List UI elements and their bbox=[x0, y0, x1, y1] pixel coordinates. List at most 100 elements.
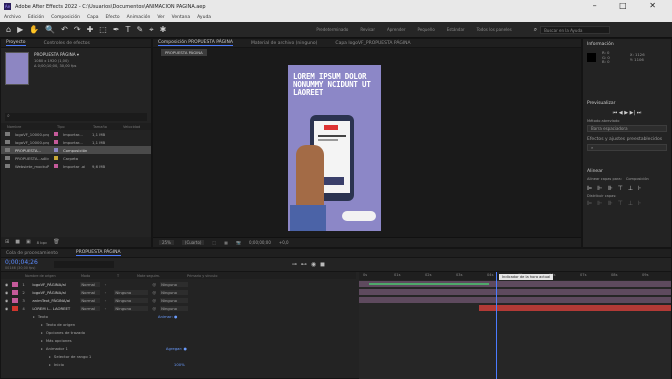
search-icon[interactable]: ⌕ bbox=[534, 26, 537, 34]
pickwhip-icon[interactable]: @ bbox=[152, 306, 156, 311]
tab-footage[interactable]: Material de archivo (ninguno) bbox=[251, 41, 317, 46]
layer-name[interactable]: logoVF_PÁGINA/al bbox=[32, 290, 76, 295]
pickwhip-icon[interactable]: @ bbox=[152, 298, 156, 303]
puppet-tool-icon[interactable]: ✱ bbox=[160, 25, 167, 34]
twirl-icon[interactable]: ▸ bbox=[33, 314, 35, 319]
rotate-tool-icon[interactable]: ↶ bbox=[61, 25, 68, 34]
track-matte-t[interactable]: ◦ bbox=[104, 306, 110, 311]
layer-label-color[interactable] bbox=[12, 305, 19, 311]
col-source-name[interactable]: Nombre de origen bbox=[25, 274, 67, 278]
timeline-switch-icons[interactable]: ⊸⊷◉◼ bbox=[292, 261, 329, 268]
col-name[interactable]: Nombre bbox=[7, 125, 47, 129]
project-row[interactable]: logoVF_10000.png Importar... 1,1 MB bbox=[1, 130, 151, 138]
col-track-matte[interactable]: Mate seguim. bbox=[137, 274, 173, 278]
twirl-icon[interactable]: ▸ bbox=[41, 338, 43, 343]
selection-tool-icon[interactable]: ▶ bbox=[17, 25, 23, 34]
col-size[interactable]: Tamaño bbox=[93, 125, 113, 129]
clone-tool-icon[interactable]: ⌖ bbox=[149, 25, 154, 35]
pen-tool-icon[interactable]: ✒ bbox=[113, 25, 120, 34]
menu-item-window[interactable]: Ventana bbox=[172, 15, 190, 20]
property-extra[interactable]: 100% bbox=[174, 362, 185, 367]
tab-timeline-comp[interactable]: PROPUESTA PÁGINA bbox=[75, 250, 121, 256]
current-time-indicator[interactable] bbox=[496, 272, 497, 379]
layer-row[interactable]: ◉ 3 animText_PÁGINA/al Normal ◦ Ninguno @ Ningu… bbox=[1, 296, 356, 304]
workspace-default[interactable]: Predeterminado bbox=[316, 27, 348, 32]
anchor-tool-icon[interactable]: ✚ bbox=[87, 25, 94, 34]
label-color-swatch[interactable] bbox=[54, 148, 58, 152]
snapshot-icon[interactable]: 📷 bbox=[236, 240, 241, 245]
property-row[interactable]: ▸ Más opciones bbox=[1, 336, 356, 344]
grid-icon[interactable]: ▦ bbox=[224, 240, 228, 245]
label-color-swatch[interactable] bbox=[54, 132, 58, 136]
layer-bar[interactable] bbox=[359, 289, 671, 295]
layer-mode-select[interactable]: Normal bbox=[80, 289, 101, 295]
menu-item-edit[interactable]: Edición bbox=[28, 15, 44, 20]
visibility-eye-icon[interactable]: ◉ bbox=[5, 290, 8, 295]
visibility-eye-icon[interactable]: ◉ bbox=[5, 306, 8, 311]
layer-label-color[interactable] bbox=[12, 289, 19, 295]
layer-name[interactable]: LOREM I... LAOREET bbox=[32, 306, 76, 311]
brush-tool-icon[interactable]: ✎ bbox=[136, 25, 143, 34]
resolution-select[interactable]: (Cuarto) bbox=[181, 240, 205, 245]
col-t[interactable]: T bbox=[117, 274, 123, 278]
layer-mode-select[interactable]: Normal bbox=[80, 281, 101, 287]
project-row[interactable]: Websiete_mockuP Importar .ai 9,6 MB bbox=[1, 162, 151, 170]
layer-mode-select[interactable]: Normal bbox=[80, 305, 101, 311]
layer-row[interactable]: ◉ 1 logoVF_PÁGINA/al Normal ◦ @ Ninguno bbox=[1, 280, 356, 288]
layer-row[interactable]: ◉ 2 logoVF_PÁGINA/al Normal ◦ Ninguno @ Ninguno bbox=[1, 288, 356, 296]
tab-layer[interactable]: Capa logoVF_PROPUESTA PÁGINA bbox=[335, 41, 410, 46]
menu-item-layer[interactable]: Capa bbox=[87, 15, 99, 20]
pickwhip-icon[interactable]: @ bbox=[152, 290, 156, 295]
interpret-footage-icon[interactable]: ⊞ bbox=[5, 239, 9, 245]
parent-select[interactable]: Ninguno bbox=[160, 281, 189, 287]
project-row[interactable]: PROPUESTA... Composición bbox=[1, 146, 151, 154]
label-color-swatch[interactable] bbox=[54, 156, 58, 160]
shortcut-select[interactable]: Barra espaciadora bbox=[587, 124, 667, 132]
parent-select[interactable]: Ninguno bbox=[160, 297, 189, 303]
menu-item-composition[interactable]: Composición bbox=[51, 15, 80, 20]
distribute-buttons[interactable]: ⊫⊩⊪⊤⊥⊦ bbox=[587, 200, 667, 207]
property-row[interactable]: ▸ Opciones de trazado bbox=[1, 328, 356, 336]
property-row[interactable]: ▸ Texto de origen bbox=[1, 320, 356, 328]
home-icon[interactable]: ⌂ bbox=[6, 25, 11, 34]
hand-tool-icon[interactable]: ✋ bbox=[29, 25, 39, 34]
preview-controls[interactable]: ⏮ ◀ ▶ ▶| ⏭ bbox=[587, 110, 667, 116]
menu-item-effect[interactable]: Efecto bbox=[105, 15, 119, 20]
project-row[interactable]: logoVF_10000.png Importar... 1,1 MB bbox=[1, 138, 151, 146]
workspace-review[interactable]: Revisar bbox=[360, 27, 375, 32]
property-extra[interactable]: Animar: ● bbox=[158, 314, 177, 319]
track-matte-select[interactable]: Ninguno bbox=[114, 305, 149, 311]
tab-composition[interactable]: Composición PROPUESTA PÁGINA bbox=[158, 40, 233, 46]
effects-presets-title[interactable]: Efectos y ajustes preestablecidos bbox=[587, 137, 667, 142]
composition-artboard[interactable]: LOREM IPSUM DOLOR NONUMMY NCIDUNT UT LAO… bbox=[288, 65, 381, 231]
workspace-standard[interactable]: Estándar bbox=[447, 27, 465, 32]
menu-item-help[interactable]: Ayuda bbox=[197, 15, 211, 20]
window-controls[interactable]: – □ ✕ bbox=[593, 1, 666, 10]
align-buttons[interactable]: ⊫⊩⊪⊤⊥⊦ bbox=[587, 185, 667, 192]
property-row[interactable]: ▸ Inicio 100% bbox=[1, 360, 356, 368]
help-search-input[interactable]: Buscar en la Ayuda bbox=[540, 25, 611, 34]
layer-label-color[interactable] bbox=[12, 281, 19, 287]
track-matte-t[interactable]: ◦ bbox=[104, 282, 110, 287]
align-target-select[interactable]: Composición bbox=[626, 177, 649, 181]
layer-row[interactable]: ◉ 4 LOREM I... LAOREET Normal ◦ Ninguno @ Ningu… bbox=[1, 304, 356, 312]
current-timecode[interactable]: 0;00;04;26 bbox=[5, 259, 38, 266]
track-matte-select[interactable]: Ninguno bbox=[114, 297, 149, 303]
tab-effect-controls[interactable]: Controles de efectos bbox=[44, 41, 90, 46]
layer-bar[interactable] bbox=[359, 297, 671, 303]
parent-select[interactable]: Ninguno bbox=[160, 305, 189, 311]
col-parent[interactable]: Primario y vínculo bbox=[187, 274, 217, 278]
menu-item-animation[interactable]: Animación bbox=[127, 15, 151, 20]
property-row[interactable]: ▸ Selector de rango 1 bbox=[1, 352, 356, 360]
effects-search-input[interactable]: ⌕ bbox=[587, 143, 667, 151]
twirl-icon[interactable]: ▸ bbox=[41, 322, 43, 327]
current-time[interactable]: 0;00;00;00 bbox=[249, 240, 271, 245]
menu-item-file[interactable]: Archivo bbox=[4, 15, 21, 20]
col-type[interactable]: Tipo bbox=[57, 125, 83, 129]
new-folder-icon[interactable]: ■ bbox=[15, 239, 20, 245]
project-row[interactable]: PROPUESTA...sólid Carpeta bbox=[1, 154, 151, 162]
track-matte-select[interactable]: Ninguno bbox=[114, 289, 149, 295]
menu-item-view[interactable]: Ver bbox=[157, 15, 164, 20]
track-matte-t[interactable]: ◦ bbox=[104, 290, 110, 295]
project-search-input[interactable]: ⌕ bbox=[5, 113, 147, 121]
